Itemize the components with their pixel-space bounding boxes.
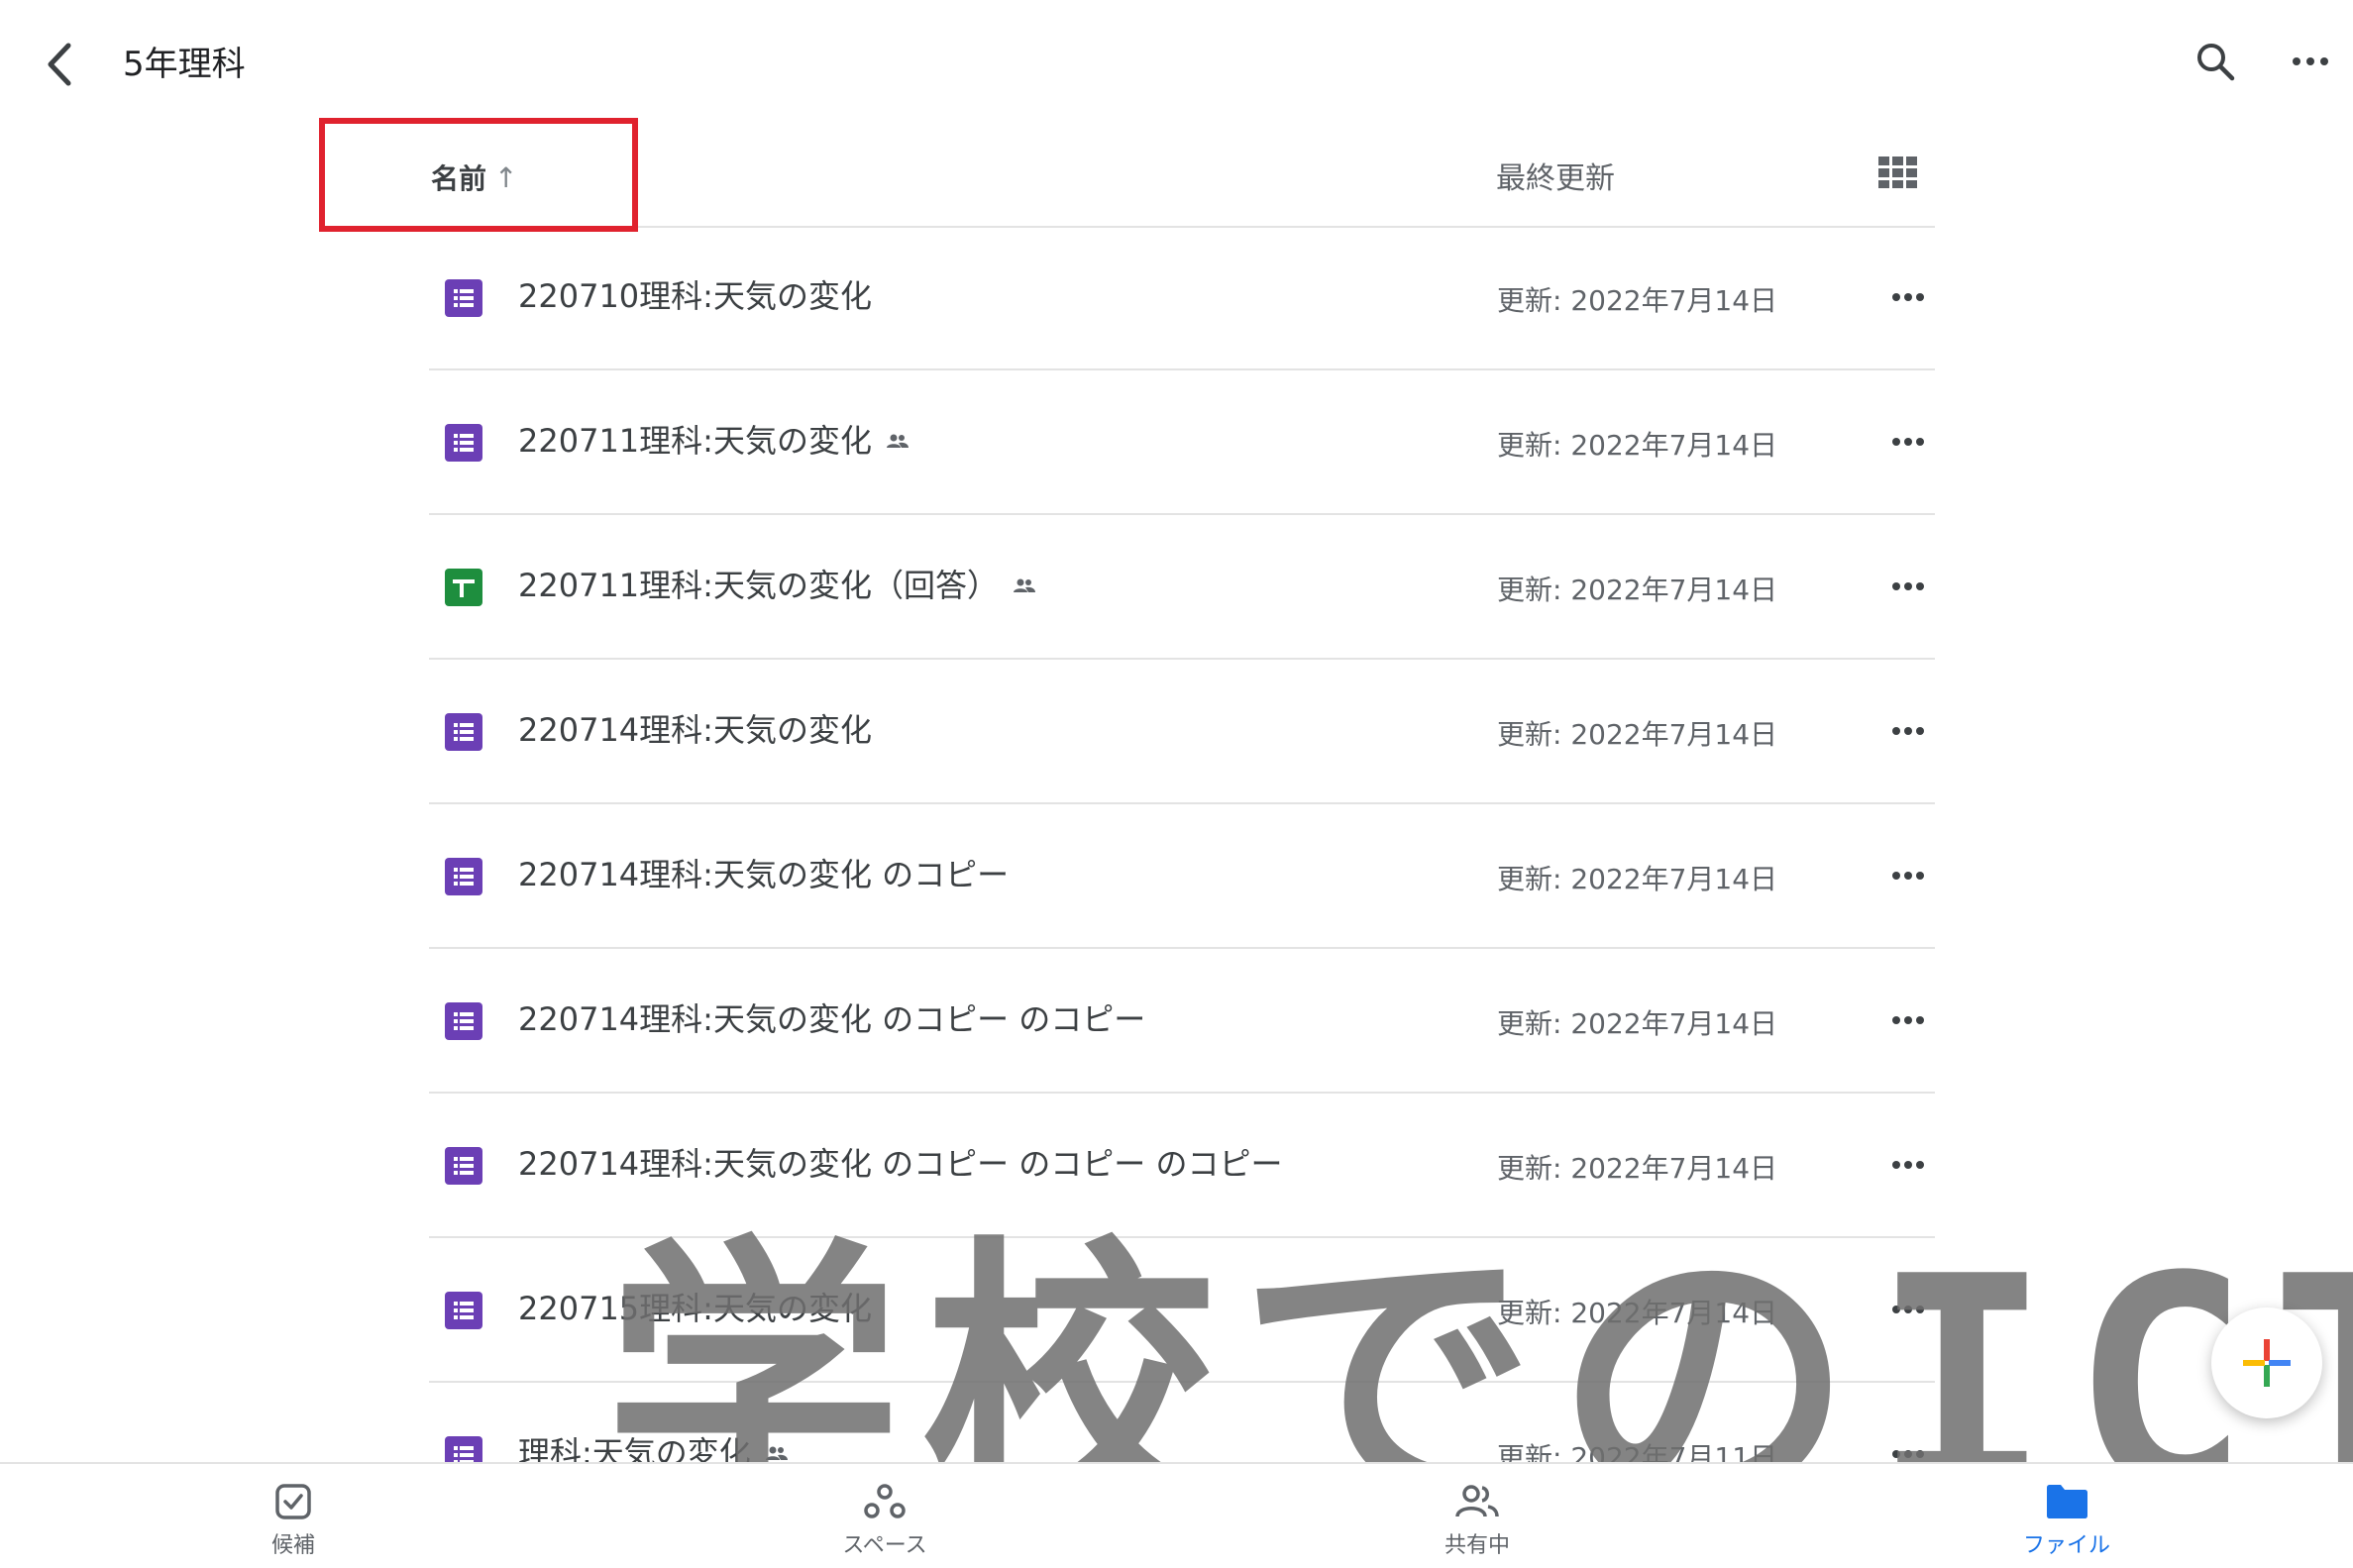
file-row[interactable]: 220714理科:天気の変化 のコピー のコピー 更新: 2022年7月14日 [429, 949, 1935, 1094]
nav-label: 共有中 [1444, 1533, 1510, 1558]
file-more-button[interactable] [1880, 420, 1936, 464]
highlight-annotation-box [319, 118, 638, 232]
google-forms-icon [445, 1292, 482, 1329]
google-forms-icon [445, 1002, 482, 1040]
google-sheets-icon [445, 569, 482, 606]
bottom-navigation: 候補 スペース 共有中 ファイル [0, 1462, 2353, 1568]
file-more-button[interactable] [1880, 998, 1936, 1042]
google-forms-icon [445, 713, 482, 751]
file-more-button[interactable] [1880, 565, 1936, 608]
file-modified-date: 更新: 2022年7月14日 [1497, 284, 1778, 317]
file-modified-date: 更新: 2022年7月14日 [1497, 574, 1778, 606]
more-horizontal-icon [1892, 1161, 1924, 1169]
shared-people-icon [1454, 1482, 1500, 1521]
nav-spaces[interactable]: スペース [766, 1464, 1004, 1568]
nav-label: 候補 [270, 1533, 315, 1558]
top-app-bar: 5年理科 [0, 0, 2353, 129]
file-modified-date: 更新: 2022年7月14日 [1497, 429, 1778, 462]
chevron-left-icon [48, 43, 71, 86]
file-row[interactable]: 220711理科:天気の変化（回答） 更新: 2022年7月14日 [429, 515, 1935, 660]
plus-multicolor-icon [2243, 1339, 2291, 1387]
spaces-icon [863, 1482, 907, 1521]
nav-label: スペース [842, 1533, 927, 1558]
search-icon [2197, 44, 2235, 81]
new-item-fab[interactable] [2211, 1307, 2322, 1418]
nav-shared[interactable]: 共有中 [1358, 1464, 1596, 1568]
file-name: 220714理科:天気の変化 のコピー のコピー [518, 1000, 1146, 1038]
more-horizontal-icon [1892, 872, 1924, 880]
shared-people-icon [1013, 578, 1035, 592]
google-forms-icon [445, 1147, 482, 1185]
file-name: 220710理科:天気の変化 [518, 277, 872, 315]
google-forms-icon [445, 279, 482, 317]
shared-people-icon [886, 434, 909, 448]
folder-title: 5年理科 [123, 45, 246, 84]
back-button[interactable] [30, 30, 89, 99]
file-name: 220714理科:天気の変化 のコピー [518, 856, 1010, 893]
file-modified-date: 更新: 2022年7月14日 [1497, 718, 1778, 751]
grid-view-icon [1878, 157, 1917, 188]
column-header-row: 名前 ↑ [429, 129, 1935, 228]
file-name: 220714理科:天気の変化 のコピー のコピー のコピー [518, 1145, 1283, 1183]
more-horizontal-icon [1892, 727, 1924, 735]
nav-label: ファイル [2022, 1533, 2110, 1558]
file-row[interactable]: 220714理科:天気の変化 更新: 2022年7月14日 [429, 660, 1935, 804]
file-more-button[interactable] [1880, 1143, 1936, 1187]
file-row[interactable]: 220711理科:天気の変化 更新: 2022年7月14日 [429, 370, 1935, 515]
search-button[interactable] [2184, 30, 2247, 93]
nav-suggestions[interactable]: 候補 [174, 1464, 412, 1568]
suggestions-check-icon [274, 1482, 312, 1521]
more-horizontal-icon [1892, 293, 1924, 301]
file-name: 220711理科:天気の変化 [518, 416, 909, 466]
modified-column-label[interactable]: 最終更新 [1496, 154, 1615, 197]
file-more-button[interactable] [1880, 709, 1936, 753]
more-horizontal-icon [1892, 582, 1924, 590]
file-modified-date: 更新: 2022年7月14日 [1497, 1007, 1778, 1040]
more-options-button[interactable] [2279, 30, 2342, 93]
file-name: 220711理科:天気の変化（回答） [518, 561, 1036, 610]
google-forms-icon [445, 858, 482, 895]
nav-files[interactable]: ファイル [1948, 1464, 2186, 1568]
more-horizontal-icon [1892, 438, 1924, 446]
more-horizontal-icon [1892, 1016, 1924, 1024]
more-horizontal-icon [2293, 57, 2328, 65]
grid-view-button[interactable] [1878, 157, 1926, 196]
file-name: 220714理科:天気の変化 [518, 711, 872, 749]
file-more-button[interactable] [1880, 854, 1936, 897]
file-row[interactable]: 220714理科:天気の変化 のコピー 更新: 2022年7月14日 [429, 804, 1935, 949]
google-forms-icon [445, 424, 482, 462]
file-modified-date: 更新: 2022年7月14日 [1497, 863, 1778, 895]
file-row[interactable]: 220710理科:天気の変化 更新: 2022年7月14日 [429, 226, 1935, 370]
folder-icon [2045, 1482, 2088, 1521]
file-more-button[interactable] [1880, 275, 1936, 319]
file-modified-date: 更新: 2022年7月14日 [1497, 1152, 1778, 1185]
